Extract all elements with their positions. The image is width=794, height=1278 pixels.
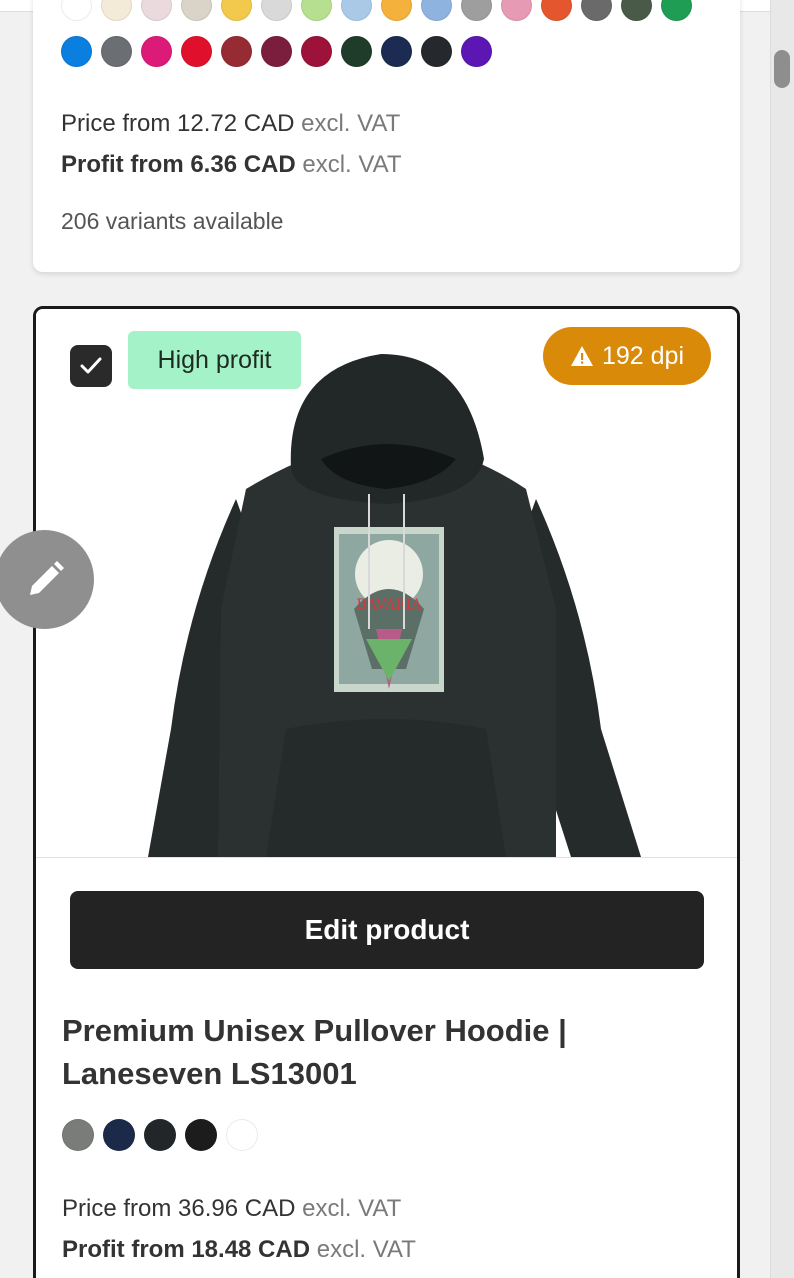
profit-value: Profit from 6.36 CAD xyxy=(61,151,296,178)
color-swatch[interactable] xyxy=(341,36,372,67)
color-swatch[interactable] xyxy=(221,36,252,67)
color-swatch[interactable] xyxy=(541,0,572,21)
svg-text:BAVARIA: BAVARIA xyxy=(356,597,422,613)
color-swatch[interactable] xyxy=(381,36,412,67)
color-swatch[interactable] xyxy=(141,0,172,21)
color-swatch[interactable] xyxy=(101,0,132,21)
color-swatch[interactable] xyxy=(621,0,652,21)
price-line: Price from 12.72 CAD excl. VAT xyxy=(61,110,400,138)
color-swatches-top xyxy=(61,0,692,21)
color-swatch[interactable] xyxy=(185,1119,217,1151)
color-swatch[interactable] xyxy=(501,0,532,21)
pencil-icon xyxy=(29,560,64,595)
color-swatch[interactable] xyxy=(421,36,452,67)
product-card-selected[interactable]: BAVARIA High profit 192 dpi Edit product… xyxy=(33,306,740,1278)
profit-line: Profit from 18.48 CAD excl. VAT xyxy=(62,1236,416,1264)
color-swatch[interactable] xyxy=(62,1119,94,1151)
color-swatch[interactable] xyxy=(301,36,332,67)
scrollbar-thumb[interactable] xyxy=(774,50,790,88)
profit-value: Profit from 18.48 CAD xyxy=(62,1236,311,1263)
scrollbar[interactable] xyxy=(770,0,794,1278)
check-icon xyxy=(80,357,102,374)
color-swatch[interactable] xyxy=(141,36,172,67)
color-swatch[interactable] xyxy=(221,0,252,21)
price-suffix: excl. VAT xyxy=(301,110,401,137)
color-swatch[interactable] xyxy=(226,1119,258,1151)
color-swatch[interactable] xyxy=(61,36,92,67)
price-suffix: excl. VAT xyxy=(302,1195,402,1222)
variants-count: 206 variants available xyxy=(61,208,284,234)
color-swatch[interactable] xyxy=(181,36,212,67)
color-swatch[interactable] xyxy=(301,0,332,21)
color-swatch[interactable] xyxy=(181,0,212,21)
price-prefix: Price from xyxy=(62,1195,172,1222)
color-swatch[interactable] xyxy=(381,0,412,21)
warning-icon xyxy=(570,346,593,366)
select-checkbox[interactable] xyxy=(70,345,112,387)
dpi-warning-badge: 192 dpi xyxy=(543,327,711,385)
product-card-previous[interactable]: Price from 12.72 CAD excl. VAT Profit fr… xyxy=(33,0,740,272)
color-swatch[interactable] xyxy=(461,0,492,21)
color-swatch[interactable] xyxy=(341,0,372,21)
color-swatch[interactable] xyxy=(101,36,132,67)
color-swatch[interactable] xyxy=(661,0,692,21)
price-line: Price from 36.96 CAD excl. VAT xyxy=(62,1195,401,1223)
color-swatches xyxy=(61,36,492,67)
profit-line: Profit from 6.36 CAD excl. VAT xyxy=(61,151,402,179)
dpi-value: 192 dpi xyxy=(601,341,685,370)
color-swatch[interactable] xyxy=(261,36,292,67)
color-swatch[interactable] xyxy=(144,1119,176,1151)
product-title: Premium Unisex Pullover Hoodie | Lanesev… xyxy=(62,1013,567,1091)
profit-suffix: excl. VAT xyxy=(302,151,402,178)
color-swatch[interactable] xyxy=(103,1119,135,1151)
high-profit-badge: High profit xyxy=(128,331,301,389)
color-swatch[interactable] xyxy=(61,0,92,21)
color-swatch[interactable] xyxy=(581,0,612,21)
image-divider xyxy=(36,857,737,858)
price-prefix: Price from xyxy=(61,110,171,137)
hoodie-product-image: BAVARIA xyxy=(36,309,737,857)
color-swatch[interactable] xyxy=(421,0,452,21)
edit-product-button[interactable]: Edit product xyxy=(70,891,704,969)
color-swatch[interactable] xyxy=(261,0,292,21)
color-swatch[interactable] xyxy=(461,36,492,67)
profit-suffix: excl. VAT xyxy=(316,1236,416,1263)
price-value: 36.96 CAD xyxy=(178,1195,296,1222)
color-swatches xyxy=(62,1119,258,1151)
price-value: 12.72 CAD xyxy=(177,110,295,137)
